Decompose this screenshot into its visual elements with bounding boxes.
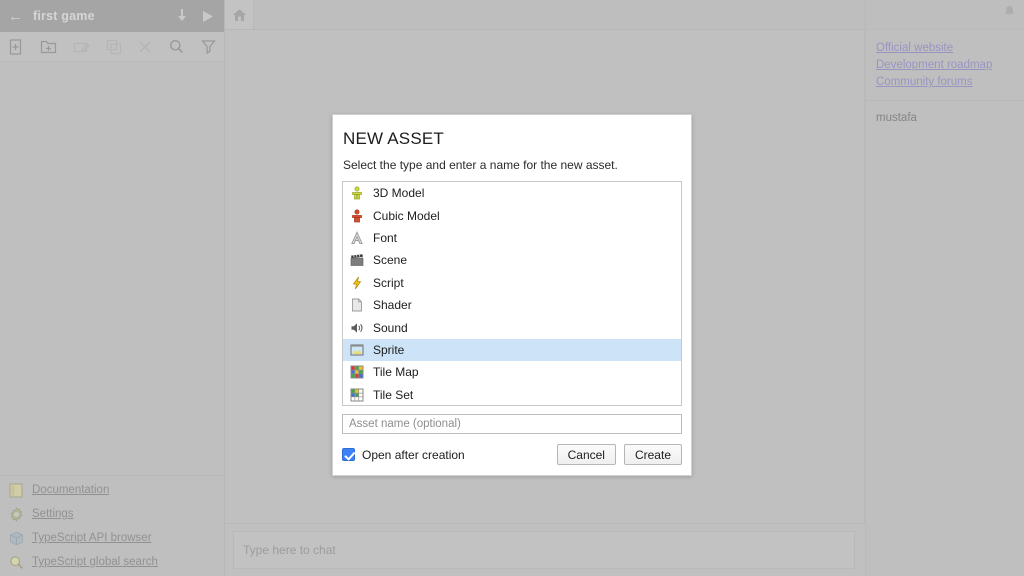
new-asset-dialog: NEW ASSET Select the type and enter a na…	[332, 114, 692, 476]
asset-type-label: Tile Map	[373, 365, 419, 380]
asset-type-shader[interactable]: Shader	[343, 294, 681, 316]
asset-type-label: Script	[373, 275, 404, 290]
asset-type-scene[interactable]: Scene	[343, 249, 681, 271]
asset-type-label: Shader	[373, 298, 412, 313]
asset-type-tile-map[interactable]: Tile Map	[343, 361, 681, 383]
tile-map-icon	[349, 365, 364, 380]
dialog-subtitle: Select the type and enter a name for the…	[343, 158, 618, 172]
model-3d-icon	[349, 186, 364, 201]
asset-type-tile-set[interactable]: Tile Set	[343, 384, 681, 405]
open-after-creation-label: Open after creation	[362, 447, 465, 462]
sound-speaker-icon	[349, 320, 364, 335]
asset-type-label: Cubic Model	[373, 208, 440, 223]
open-after-creation-checkbox[interactable]: Open after creation	[342, 448, 549, 462]
asset-type-label: Font	[373, 230, 398, 245]
asset-type-label: Sound	[373, 320, 408, 335]
asset-type-3d-model[interactable]: 3D Model	[343, 182, 681, 204]
asset-type-sprite[interactable]: Sprite	[343, 338, 681, 362]
asset-type-label: Sprite	[373, 342, 405, 357]
sprite-image-icon	[349, 342, 364, 357]
application-window: ← first game	[0, 0, 1024, 576]
cubic-model-icon	[349, 208, 364, 223]
asset-name-input[interactable]	[342, 414, 682, 434]
asset-type-label: 3D Model	[373, 186, 425, 201]
create-button[interactable]: Create	[623, 444, 682, 465]
asset-type-script[interactable]: Script	[343, 272, 681, 294]
asset-type-font[interactable]: Font	[343, 227, 681, 249]
cancel-button[interactable]: Cancel	[556, 444, 616, 465]
shader-page-icon	[349, 298, 364, 313]
tile-set-icon	[349, 387, 364, 402]
script-lightning-icon	[349, 275, 364, 290]
asset-type-cubic-model[interactable]: Cubic Model	[343, 204, 681, 226]
asset-type-sound[interactable]: Sound	[343, 316, 681, 338]
asset-type-label: Scene	[373, 253, 408, 268]
checkbox-checked-icon[interactable]	[342, 448, 355, 461]
asset-type-label: Tile Set	[373, 387, 414, 402]
scene-clapper-icon	[349, 253, 364, 268]
asset-type-list[interactable]: 3D Model Cubic Model Font Scene Script S…	[342, 181, 682, 406]
page-title: NEW ASSET	[343, 129, 444, 148]
font-icon	[349, 230, 364, 245]
dialog-footer: Open after creation Cancel Create	[342, 444, 682, 465]
